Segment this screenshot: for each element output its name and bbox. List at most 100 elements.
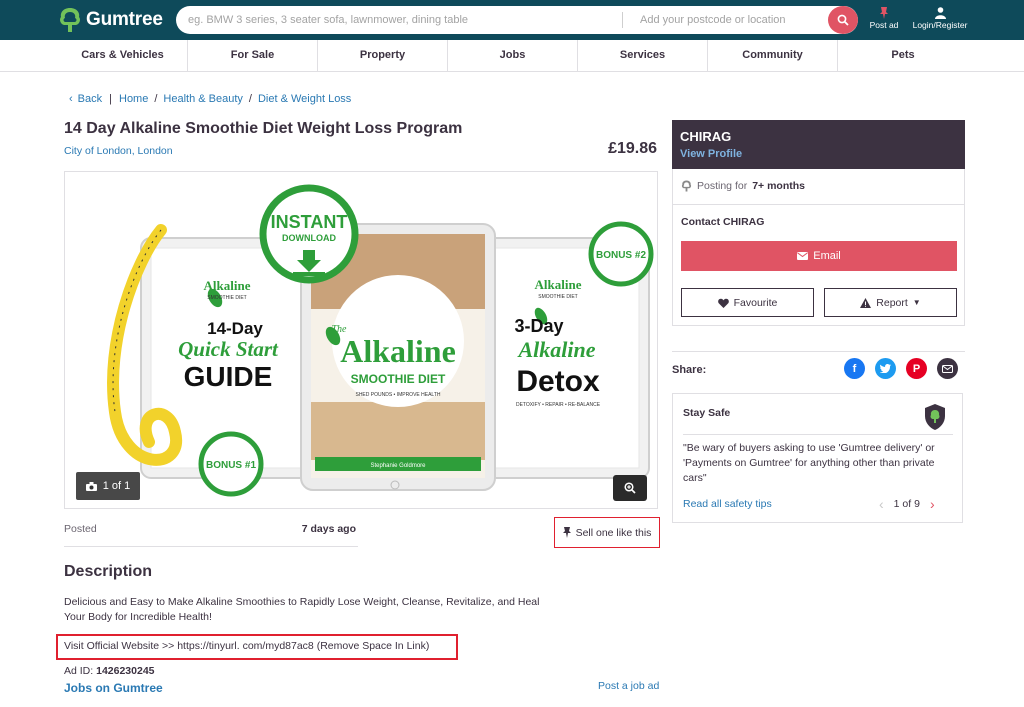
seller-header: CHIRAG View Profile [672, 120, 965, 169]
breadcrumb-separator: / [248, 93, 252, 105]
location-input[interactable] [640, 6, 830, 34]
camera-icon [85, 481, 97, 491]
right-tag: DETOXIFY • REPAIR • RE-BALANCE [516, 402, 601, 408]
ad-id-label: Ad ID: [64, 665, 94, 677]
ad-id: Ad ID: 1426230245 [64, 665, 155, 677]
email-button[interactable]: Email [681, 241, 957, 271]
center-author: Stephanie Goldmore [370, 463, 426, 469]
zoom-button[interactable] [613, 475, 647, 501]
warning-icon [860, 297, 872, 308]
nav-item-pets[interactable]: Pets [838, 40, 968, 71]
listing-title: 14 Day Alkaline Smoothie Diet Weight Los… [64, 120, 463, 137]
instant-text: INSTANT [271, 212, 348, 232]
search-icon [837, 14, 849, 26]
safety-tips-pager: ‹ 1 of 9 › [879, 497, 935, 511]
description-text: Delicious and Easy to Make Alkaline Smoo… [64, 596, 540, 623]
left-line1: 14-Day [207, 319, 263, 338]
stay-safe-panel: Stay Safe "Be wary of buyers asking to u… [672, 393, 963, 523]
envelope-icon [797, 252, 809, 260]
pinterest-icon[interactable]: P [906, 358, 927, 379]
nav-item-cars-vehicles[interactable]: Cars & Vehicles [58, 40, 188, 71]
right-line2: Alkaline [516, 337, 595, 362]
right-brand-sub: SMOOTHIE DIET [538, 294, 577, 300]
right-line3: Detox [516, 365, 600, 398]
bonus2-text: BONUS #2 [596, 250, 646, 261]
shield-icon [925, 404, 945, 430]
posting-for-duration: 7+ months [752, 180, 806, 192]
center-title: Alkaline [340, 333, 456, 369]
image-counter: 1 of 1 [76, 472, 140, 500]
posting-for: Posting for 7+ months [681, 180, 805, 192]
heart-icon [717, 298, 729, 308]
posting-for-prefix: Posting for [697, 180, 748, 192]
ad-id-value: 1426230245 [96, 665, 155, 677]
bonus1-text: BONUS #1 [206, 460, 256, 471]
share-icons: f P [844, 358, 958, 379]
facebook-icon[interactable]: f [844, 358, 865, 379]
breadcrumb-health-beauty[interactable]: Health & Beauty [163, 93, 243, 105]
nav-item-property[interactable]: Property [318, 40, 448, 71]
category-nav: Cars & Vehicles For Sale Property Jobs S… [0, 40, 1024, 72]
jobs-on-gumtree-link[interactable]: Jobs on Gumtree [64, 681, 163, 695]
search-bar [176, 6, 858, 34]
share-divider [672, 351, 965, 352]
sell-one-like-this-button[interactable]: Sell one like this [554, 517, 660, 548]
share-label: Share: [672, 364, 707, 376]
login-register-button[interactable]: Login/Register [908, 7, 972, 35]
gumtree-logo[interactable]: Gumtree [58, 6, 163, 34]
stay-safe-divider [683, 434, 953, 435]
breadcrumb-diet-weight-loss[interactable]: Diet & Weight Loss [258, 93, 351, 105]
center-tag: SHED POUNDS • IMPROVE HEALTH [355, 392, 440, 398]
breadcrumb-home[interactable]: Home [119, 93, 148, 105]
right-brand: Alkaline [535, 277, 582, 292]
search-divider [622, 12, 623, 28]
caret-down-icon: ▼ [912, 298, 921, 307]
search-button[interactable] [828, 6, 858, 34]
tree-icon [681, 180, 692, 192]
pager-text: 1 of 9 [893, 498, 920, 510]
user-icon [934, 7, 946, 19]
download-text: DOWNLOAD [282, 233, 336, 243]
image-counter-text: 1 of 1 [102, 480, 131, 492]
posted-divider [64, 546, 358, 547]
breadcrumb-separator: / [154, 93, 158, 105]
listing-location[interactable]: City of London, London [64, 145, 173, 157]
login-register-label: Login/Register [912, 20, 968, 30]
center-sub: SMOOTHIE DIET [351, 372, 446, 386]
twitter-icon[interactable] [875, 358, 896, 379]
listing-price: £19.86 [608, 140, 657, 157]
pin-icon [562, 527, 571, 538]
listing-image[interactable]: INSTANT DOWNLOAD BONUS #2 BONUS #1 Alkal… [64, 171, 658, 509]
back-link[interactable]: Back [78, 93, 102, 105]
nav-item-community[interactable]: Community [708, 40, 838, 71]
favourite-button[interactable]: Favourite [681, 288, 814, 317]
posted-label: Posted [64, 523, 97, 535]
chevron-left-icon[interactable]: ‹ [879, 497, 884, 511]
zoom-in-icon [624, 482, 636, 494]
chevron-right-icon[interactable]: › [930, 497, 935, 511]
post-ad-button[interactable]: Post ad [866, 7, 902, 35]
search-input[interactable] [188, 6, 618, 34]
left-line2: Quick Start [178, 337, 279, 361]
report-label: Report [876, 296, 908, 309]
view-profile-link[interactable]: View Profile [680, 148, 742, 160]
post-job-ad-link[interactable]: Post a job ad [598, 680, 659, 692]
nav-item-services[interactable]: Services [578, 40, 708, 71]
report-button[interactable]: Report ▼ [824, 288, 957, 317]
seller-divider [673, 204, 964, 205]
read-safety-tips-link[interactable]: Read all safety tips [683, 498, 772, 510]
breadcrumb-divider: | [109, 93, 112, 105]
left-brand: Alkaline [204, 278, 251, 293]
nav-item-for-sale[interactable]: For Sale [188, 40, 318, 71]
nav-item-jobs[interactable]: Jobs [448, 40, 578, 71]
email-icon[interactable] [937, 358, 958, 379]
stay-safe-quote: "Be wary of buyers asking to use 'Gumtre… [683, 442, 935, 484]
description-heading: Description [64, 563, 153, 580]
left-brand-sub: SMOOTHIE DIET [207, 295, 246, 301]
stay-safe-title: Stay Safe [683, 407, 731, 419]
pin-icon [880, 7, 888, 19]
email-label: Email [813, 250, 841, 262]
seller-name: CHIRAG [680, 129, 732, 144]
posted-value: 7 days ago [301, 523, 356, 535]
tree-icon [60, 8, 80, 32]
